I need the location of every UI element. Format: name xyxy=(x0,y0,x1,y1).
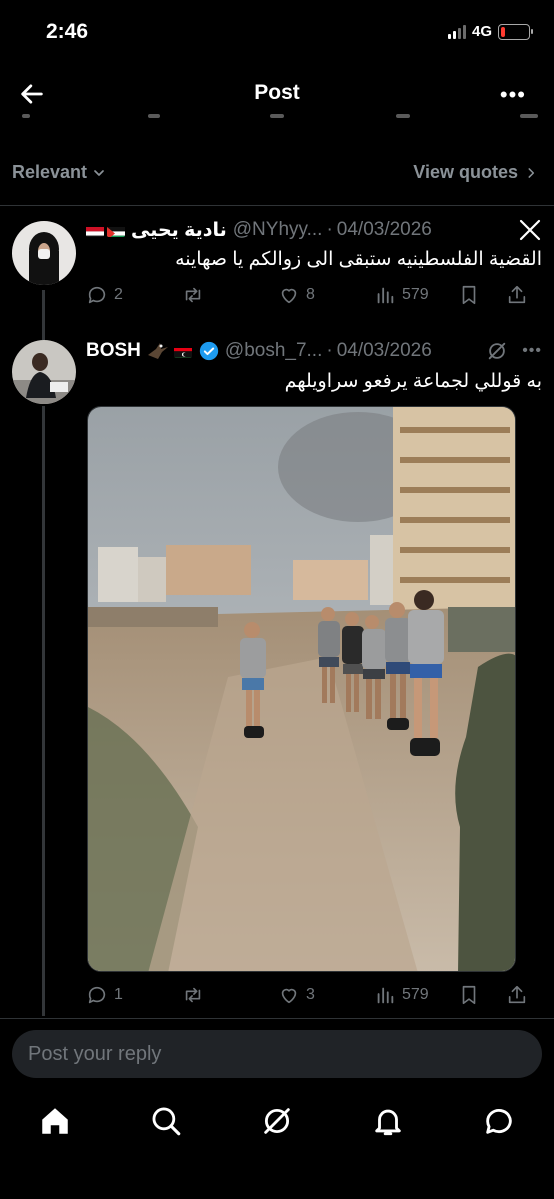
bottom-tab-bar xyxy=(0,1098,554,1146)
view-count: 579 xyxy=(402,986,429,1003)
grok-icon[interactable] xyxy=(260,1104,294,1138)
reply-icon xyxy=(88,286,106,304)
reply-input[interactable]: Post your reply xyxy=(12,1030,542,1078)
x-logo-icon xyxy=(519,219,541,241)
repost-button[interactable] xyxy=(182,984,210,1006)
views-icon xyxy=(377,987,394,1004)
post-actions: 2 8 579 xyxy=(86,284,542,310)
post-date[interactable]: 04/03/2026 xyxy=(337,340,432,362)
user-handle[interactable]: @NYhyy... xyxy=(233,219,323,241)
reply-post[interactable]: BOSH @bosh_7... · 04/03/2026 ••• به قولل… xyxy=(0,318,554,1020)
messages-icon[interactable] xyxy=(482,1104,516,1138)
reply-count: 1 xyxy=(114,986,123,1003)
reply-sort-bar: Relevant View quotes xyxy=(0,150,554,194)
reply-post[interactable]: نادية يحيى @NYhyy... · 04/03/2026 القضية… xyxy=(0,206,554,320)
thread-line xyxy=(42,406,45,1016)
egypt-flag-icon xyxy=(86,224,104,237)
page-title: Post xyxy=(254,81,300,104)
meta-separator: · xyxy=(326,340,333,361)
notifications-bell-icon[interactable] xyxy=(371,1104,405,1138)
eagle-emoji-icon xyxy=(147,343,168,359)
thread-line xyxy=(42,318,45,340)
battery-icon xyxy=(498,23,533,40)
battery-level xyxy=(501,26,505,37)
cellular-signal-icon xyxy=(447,24,466,39)
reply-button[interactable]: 2 xyxy=(86,284,123,306)
repost-icon xyxy=(185,987,201,1003)
grok-icon[interactable] xyxy=(486,340,508,362)
verified-badge-icon xyxy=(199,341,219,361)
reply-count: 2 xyxy=(114,286,123,303)
views-icon xyxy=(377,287,394,304)
libya-flag-icon xyxy=(173,345,192,358)
like-button[interactable]: 3 xyxy=(278,984,315,1006)
heart-icon xyxy=(281,288,297,304)
post-actions: 1 3 579 xyxy=(86,984,542,1010)
status-time: 2:46 xyxy=(46,20,89,43)
more-horizontal-icon[interactable]: ••• xyxy=(500,82,526,108)
share-icon[interactable] xyxy=(506,284,528,306)
repost-button[interactable] xyxy=(182,284,210,306)
like-count: 3 xyxy=(306,986,315,1003)
sort-dropdown[interactable]: Relevant xyxy=(12,162,107,183)
status-indicators: 4G xyxy=(447,23,533,40)
display-name[interactable]: نادية يحيى xyxy=(131,219,227,242)
chevron-down-icon xyxy=(94,169,104,176)
post-date[interactable]: 04/03/2026 xyxy=(337,219,432,241)
chevron-right-icon xyxy=(528,167,535,178)
post-media-image[interactable] xyxy=(87,406,516,972)
views-button[interactable]: 579 xyxy=(374,284,429,306)
home-icon[interactable] xyxy=(38,1104,72,1138)
sort-label: Relevant xyxy=(12,162,88,182)
search-icon[interactable] xyxy=(149,1104,183,1138)
view-quotes-link[interactable]: View quotes xyxy=(413,162,538,183)
reply-placeholder: Post your reply xyxy=(28,1043,162,1065)
reply-button[interactable]: 1 xyxy=(86,984,123,1006)
share-icon[interactable] xyxy=(506,984,528,1006)
avatar[interactable] xyxy=(12,221,76,285)
status-bar: 2:46 4G xyxy=(0,0,554,66)
network-type: 4G xyxy=(471,23,492,40)
like-count: 8 xyxy=(306,286,315,303)
bookmark-icon[interactable] xyxy=(458,984,480,1006)
thread-line xyxy=(42,290,45,320)
views-button[interactable]: 579 xyxy=(374,984,429,1006)
post-header: نادية يحيى @NYhyy... · 04/03/2026 xyxy=(86,217,542,243)
divider xyxy=(0,1018,554,1019)
post-text: به قوللي لجماعة يرفعو سراويلهم xyxy=(284,371,542,392)
more-horizontal-icon[interactable]: ••• xyxy=(522,342,542,360)
display-name[interactable]: BOSH xyxy=(86,340,141,362)
view-quotes-label: View quotes xyxy=(413,162,518,182)
post-header: BOSH @bosh_7... · 04/03/2026 ••• xyxy=(86,338,542,364)
user-handle[interactable]: @bosh_7... xyxy=(225,340,322,362)
repost-icon xyxy=(185,287,201,303)
like-button[interactable]: 8 xyxy=(278,284,315,306)
heart-icon xyxy=(281,988,297,1004)
bookmark-icon[interactable] xyxy=(458,284,480,306)
previous-post-actions-edge xyxy=(0,114,554,128)
palestine-flag-icon xyxy=(107,224,125,237)
meta-separator: · xyxy=(326,219,333,240)
view-count: 579 xyxy=(402,286,429,303)
reply-icon xyxy=(88,986,106,1004)
post-text: القضية الفلسطينيه ستبقى الى زوالكم يا صه… xyxy=(175,249,542,270)
avatar[interactable] xyxy=(12,340,76,404)
